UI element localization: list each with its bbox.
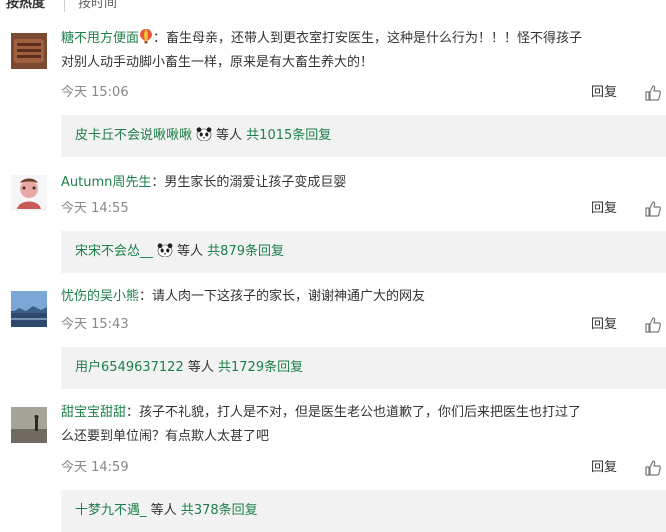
sub-replies[interactable]: 用户6549637122 等人 共1729条回复	[61, 347, 666, 389]
comment-text: ：畜生母亲，还带人到更衣室打安医生，这种是什么行为！！！怪不得孩子	[153, 31, 583, 46]
comment-time: 今天 14:55	[61, 201, 129, 216]
sub-reply-username[interactable]: 用户6549637122	[75, 360, 184, 375]
comment-body: 糖不甩方便面 ：畜生母亲，还带人到更衣室打安医生，这种是什么行为！！！怪不得孩子 …	[61, 27, 666, 75]
sort-tabs: 按热度 按时间	[0, 0, 666, 16]
comment-text: ：男生家长的溺爱让孩子变成巨婴	[151, 175, 347, 190]
panda-icon	[157, 243, 173, 257]
sub-reply-and-others: 等人	[150, 503, 177, 518]
tab-sort-by-time[interactable]: 按时间	[78, 0, 117, 14]
sub-reply-and-others: 等人	[177, 244, 204, 259]
reply-button[interactable]: 回复	[591, 199, 617, 219]
comment-meta: 今天 15:06 回复	[61, 83, 666, 103]
avatar[interactable]	[11, 291, 47, 327]
comment-time: 今天 14:59	[61, 460, 129, 475]
sub-reply-username[interactable]: 宋宋不会怂__	[75, 244, 153, 259]
comment-body: 忧伤的吴小熊：请人肉一下这孩子的家长，谢谢神通广大的网友	[61, 285, 666, 309]
thumbs-up-icon[interactable]	[644, 200, 662, 218]
reply-button[interactable]: 回复	[591, 83, 617, 103]
sub-reply-total[interactable]: 共1729条回复	[218, 360, 303, 375]
comment-text: ：孩子不礼貌，打人是不对，但是医生老公也道歉了，你们后来把医生也打过了	[126, 405, 582, 420]
tab-sort-by-hot[interactable]: 按热度	[6, 0, 45, 14]
panda-icon	[196, 127, 212, 141]
thumbs-up-icon[interactable]	[644, 316, 662, 334]
comment-meta: 今天 14:55 回复	[61, 199, 666, 219]
comment-time: 今天 15:06	[61, 85, 129, 100]
sub-reply-and-others: 等人	[216, 128, 243, 143]
thumbs-up-icon[interactable]	[644, 459, 662, 477]
comment-meta: 今天 15:43 回复	[61, 315, 666, 335]
tab-divider	[64, 0, 65, 12]
sub-replies[interactable]: 十梦九不遇_ 等人 共378条回复	[61, 490, 666, 532]
sub-replies[interactable]: 皮卡丘不会说啾啾啾 等人 共1015条回复	[61, 115, 666, 157]
comment-text-cont: 么还要到单位闹？有点欺人太甚了吧	[61, 429, 270, 444]
comment-meta: 今天 14:59 回复	[61, 458, 666, 478]
reply-button[interactable]: 回复	[591, 458, 617, 478]
sub-reply-total[interactable]: 共1015条回复	[246, 128, 331, 143]
comment-username[interactable]: Autumn周先生	[61, 175, 151, 190]
sub-replies[interactable]: 宋宋不会怂__ 等人 共879条回复	[61, 231, 666, 273]
avatar[interactable]	[11, 407, 47, 443]
comment-body: Autumn周先生：男生家长的溺爱让孩子变成巨婴	[61, 171, 666, 195]
thumbs-up-icon[interactable]	[644, 84, 662, 102]
sub-reply-username[interactable]: 十梦九不遇_	[75, 503, 147, 518]
sub-reply-username[interactable]: 皮卡丘不会说啾啾啾	[75, 128, 192, 143]
comment-username[interactable]: 糖不甩方便面	[61, 31, 139, 46]
avatar[interactable]	[11, 33, 47, 69]
comment-text: ：请人肉一下这孩子的家长，谢谢神通广大的网友	[139, 289, 426, 304]
comment-username[interactable]: 忧伤的吴小熊	[61, 289, 139, 304]
sub-reply-and-others: 等人	[187, 360, 214, 375]
sub-reply-total[interactable]: 共378条回复	[181, 503, 258, 518]
comment-username[interactable]: 甜宝宝甜甜	[61, 405, 126, 420]
comment-time: 今天 15:43	[61, 317, 129, 332]
comment-body: 甜宝宝甜甜：孩子不礼貌，打人是不对，但是医生老公也道歉了，你们后来把医生也打过了…	[61, 401, 666, 449]
comment-text-cont: 对别人动手动脚小畜生一样，原来是有大畜生养大的！	[61, 55, 374, 70]
reply-button[interactable]: 回复	[591, 315, 617, 335]
avatar[interactable]	[11, 175, 47, 211]
hot-air-balloon-icon	[140, 29, 153, 44]
sub-reply-total[interactable]: 共879条回复	[207, 244, 284, 259]
